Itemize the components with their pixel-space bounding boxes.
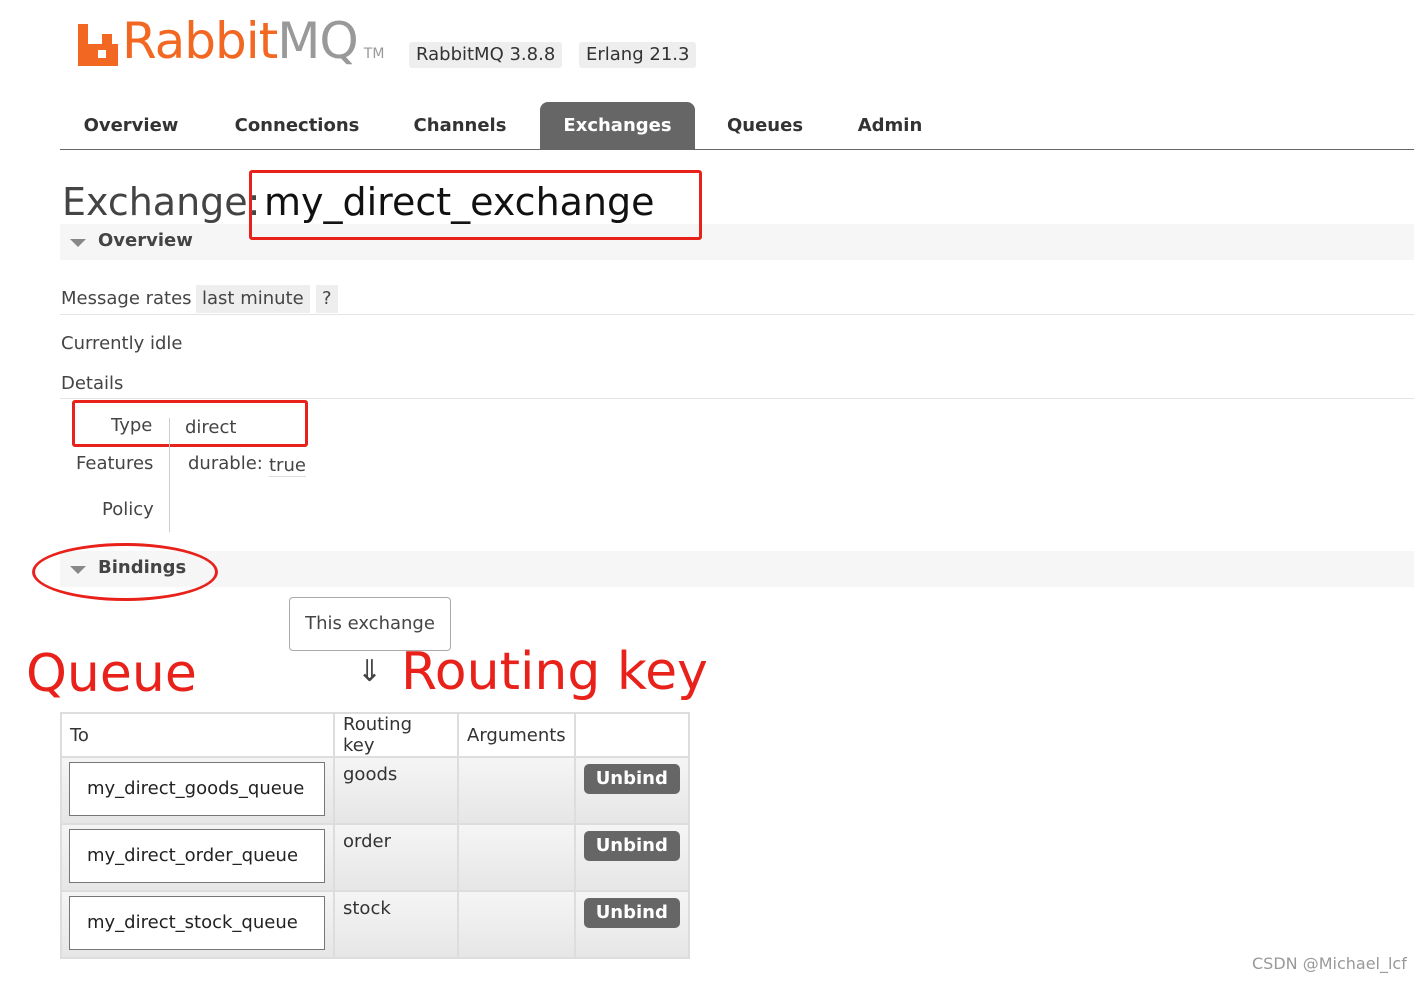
column-header-routing-key: Routing key <box>333 712 459 758</box>
divider <box>60 398 1414 399</box>
durable-value: true <box>269 455 306 477</box>
bindings-section-toggle[interactable]: Bindings <box>60 551 1414 587</box>
tab-overview[interactable]: Overview <box>64 102 198 150</box>
logo-trademark: TM <box>363 46 385 62</box>
table-row: my_direct_goods_queue goods Unbind <box>60 756 690 825</box>
column-header-actions <box>573 712 690 758</box>
routing-key-cell: stock <box>333 890 459 959</box>
rabbitmq-version-badge: RabbitMQ 3.8.8 <box>409 42 563 68</box>
durable-label: durable: <box>188 453 263 474</box>
page-title-label: Exchange: <box>62 180 261 224</box>
table-row: my_direct_stock_queue stock Unbind <box>60 890 690 959</box>
collapse-triangle-icon <box>70 239 86 247</box>
details-label: Details <box>61 373 124 394</box>
tab-exchanges[interactable]: Exchanges <box>540 102 695 150</box>
table-header-row: To Routing key Arguments <box>60 712 690 758</box>
overview-section-title: Overview <box>98 230 193 251</box>
arguments-cell <box>457 890 576 959</box>
policy-label: Policy <box>102 499 154 520</box>
arguments-cell <box>457 823 576 892</box>
table-row: my_direct_order_queue order Unbind <box>60 823 690 892</box>
annotation-queue: Queue <box>26 644 197 704</box>
features-label: Features <box>76 453 154 474</box>
unbind-button[interactable]: Unbind <box>583 764 680 794</box>
queue-link[interactable]: my_direct_goods_queue <box>69 762 325 816</box>
arguments-cell <box>457 756 576 825</box>
action-cell: Unbind <box>573 756 690 825</box>
main-nav-tabs: Overview Connections Channels Exchanges … <box>60 102 1414 150</box>
highlight-bindings <box>32 543 218 601</box>
rabbitmq-logo[interactable]: RabbitMQ TM <box>78 16 384 66</box>
divider <box>60 314 1414 315</box>
rate-period-selector[interactable]: last minute <box>196 285 310 313</box>
binding-destination-cell: my_direct_stock_queue <box>60 890 335 959</box>
annotation-routing-key: Routing key <box>401 642 708 702</box>
column-header-arguments: Arguments <box>457 712 576 758</box>
rabbit-logo-icon <box>78 24 118 66</box>
unbind-button[interactable]: Unbind <box>583 831 680 861</box>
action-cell: Unbind <box>573 823 690 892</box>
tab-channels[interactable]: Channels <box>396 102 524 150</box>
details-divider <box>169 418 170 532</box>
queue-link[interactable]: my_direct_stock_queue <box>69 896 325 950</box>
action-cell: Unbind <box>573 890 690 959</box>
unbind-button[interactable]: Unbind <box>583 898 680 928</box>
bindings-table: To Routing key Arguments my_direct_goods… <box>60 712 690 959</box>
routing-key-cell: order <box>333 823 459 892</box>
highlight-exchange-name <box>249 170 702 240</box>
column-header-to: To <box>60 712 335 758</box>
logo-wordmark: RabbitMQ <box>122 12 359 70</box>
tab-connections[interactable]: Connections <box>220 102 374 150</box>
tab-queues[interactable]: Queues <box>710 102 820 150</box>
routing-key-cell: goods <box>333 756 459 825</box>
idle-status: Currently idle <box>61 333 183 354</box>
tab-admin[interactable]: Admin <box>840 102 940 150</box>
highlight-type <box>72 400 308 447</box>
help-button[interactable]: ? <box>316 285 338 313</box>
erlang-version-badge: Erlang 21.3 <box>579 42 697 68</box>
binding-destination-cell: my_direct_order_queue <box>60 823 335 892</box>
message-rates-label: Message rates <box>61 288 192 309</box>
binding-destination-cell: my_direct_goods_queue <box>60 756 335 825</box>
queue-link[interactable]: my_direct_order_queue <box>69 829 325 883</box>
watermark: CSDN @Michael_lcf <box>1252 954 1407 973</box>
down-arrow-icon: ⇓ <box>357 654 383 689</box>
